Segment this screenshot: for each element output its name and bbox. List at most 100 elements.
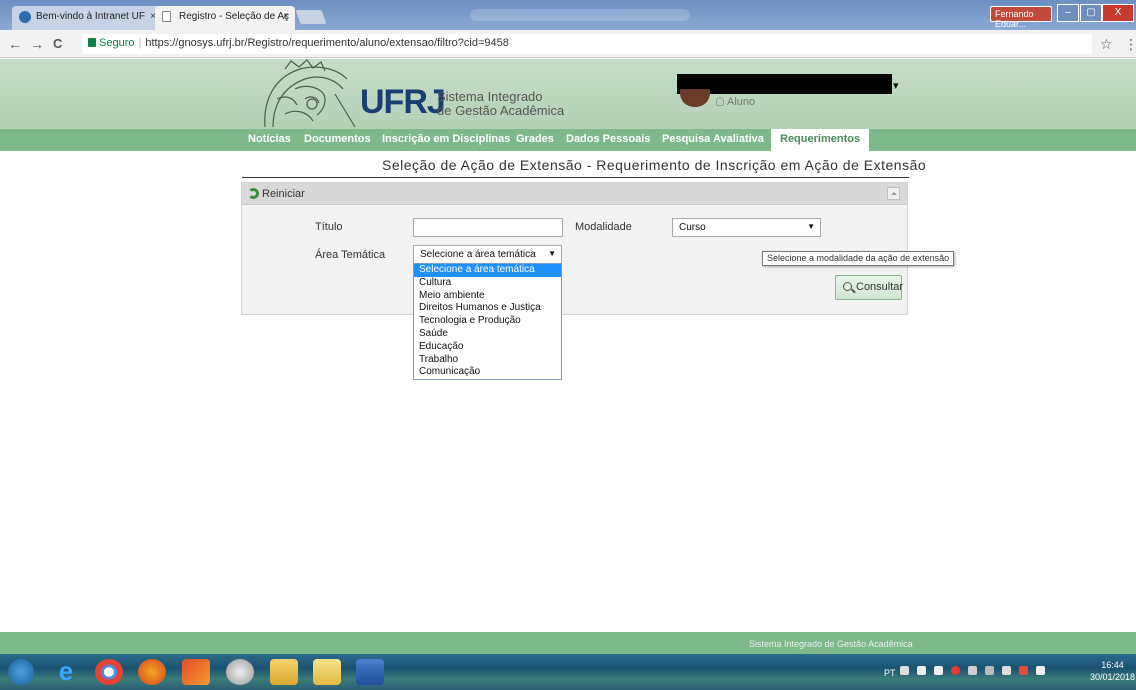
ufrj-brand[interactable]: UFRJ: [360, 83, 446, 122]
tray-icon[interactable]: [934, 666, 943, 675]
area-tematica-value: Selecione a área temática: [420, 249, 536, 260]
tab-intranet[interactable]: Bem-vindo à Intranet UF ×: [12, 6, 162, 30]
url-bar[interactable]: Seguro | https://gnosys.ufrj.br/Registro/r…: [82, 34, 1092, 54]
page-title: Seleção de Ação de Extensão - Requerimen…: [382, 157, 927, 173]
filter-panel: Reiniciar Título Modalidade Curso ▼ Área…: [241, 182, 908, 315]
intranet-favicon-icon: [19, 11, 31, 23]
dropdown-option[interactable]: Comunicação: [414, 366, 561, 379]
browser-user-badge[interactable]: Fernando Eduar...: [990, 6, 1052, 29]
profile-role-label: Aluno: [727, 96, 756, 108]
clock-time: 16:44: [1101, 660, 1124, 670]
tab-label: Registro - Seleção de Aç: [179, 11, 290, 22]
system-name: Sistema Integrado de Gestão Acadêmica: [437, 90, 564, 118]
firefox-icon[interactable]: [138, 659, 166, 685]
menu-item-requerimentos[interactable]: Requerimentos: [771, 129, 870, 151]
windows-taskbar: e PT 16:44 30/01/2018: [0, 654, 1136, 690]
minimize-button[interactable]: –: [1057, 4, 1079, 22]
address-toolbar: ← → C Seguro | https://gnosys.ufrj.br/Regi…: [0, 30, 1136, 58]
footer-text: Sistema Integrado de Gestão Acadêmica: [749, 639, 913, 649]
dropdown-option[interactable]: Direitos Humanos e Justiça: [414, 302, 561, 315]
ccleaner-icon[interactable]: [182, 659, 210, 685]
dropdown-option[interactable]: Selecione a área temática: [414, 264, 561, 277]
profile-menu-caret-icon[interactable]: ▾: [893, 79, 899, 92]
close-window-button[interactable]: X: [1102, 4, 1134, 22]
modalidade-select[interactable]: Curso ▼: [672, 218, 821, 237]
site-footer: Sistema Integrado de Gestão Acadêmica: [0, 632, 1136, 654]
modalidade-tooltip: Selecione a modalidade da ação de extens…: [762, 251, 955, 266]
menu-item-pesquisa[interactable]: Pesquisa Avaliativa: [662, 129, 764, 151]
profile-role: Aluno: [716, 96, 755, 108]
word-icon[interactable]: [356, 659, 384, 685]
tray-icon[interactable]: [1036, 666, 1045, 675]
clock-date: 30/01/2018: [1090, 672, 1136, 682]
consultar-button[interactable]: Consultar: [835, 275, 903, 300]
tray-icon[interactable]: [968, 666, 977, 675]
chevron-down-icon: ▼: [807, 222, 815, 231]
site-banner: UFRJ Sistema Integrado de Gestão Acadêmi…: [0, 59, 1136, 129]
url-separator: |: [138, 37, 142, 49]
reset-link[interactable]: Reiniciar: [262, 188, 305, 200]
dropdown-option[interactable]: Educação: [414, 341, 561, 354]
dropdown-option[interactable]: Tecnologia e Produção: [414, 315, 561, 328]
area-tematica-label: Área Temática: [315, 249, 386, 261]
titulo-label: Título: [315, 221, 343, 233]
system-tray: [900, 666, 1080, 678]
area-tematica-dropdown[interactable]: Selecione a área temática Cultura Meio a…: [413, 263, 562, 380]
new-tab-button[interactable]: [295, 10, 327, 24]
system-name-line1: Sistema Integrado: [437, 89, 543, 104]
speaker-icon[interactable]: [1002, 666, 1011, 675]
tray-icon[interactable]: [951, 666, 960, 675]
internet-explorer-icon[interactable]: e: [52, 658, 80, 685]
dropdown-option[interactable]: Cultura: [414, 277, 561, 290]
lock-icon: [88, 38, 96, 47]
tab-label: Bem-vindo à Intranet UF: [36, 11, 145, 22]
title-divider: [242, 177, 909, 178]
tray-icon[interactable]: [900, 666, 909, 675]
media-icon[interactable]: [226, 659, 254, 685]
language-indicator[interactable]: PT: [884, 668, 896, 678]
menu-item-noticias[interactable]: Notícias: [248, 129, 291, 151]
modalidade-value: Curso: [679, 222, 706, 233]
browser-menu-icon[interactable]: ⋮: [1124, 36, 1136, 53]
folder-icon[interactable]: [270, 659, 298, 685]
maximize-button[interactable]: ▢: [1080, 4, 1102, 22]
menu-item-grades[interactable]: Grades: [516, 129, 554, 151]
system-name-line2: de Gestão Acadêmica: [437, 103, 565, 118]
main-menu: Notícias Documentos Inscrição em Discipl…: [0, 129, 1136, 151]
menu-item-inscricao[interactable]: Inscrição em Disciplinas: [382, 129, 510, 151]
menu-item-documentos[interactable]: Documentos: [304, 129, 371, 151]
page-favicon-icon: [162, 11, 171, 22]
back-icon[interactable]: ←: [8, 36, 22, 52]
modalidade-label: Modalidade: [575, 221, 632, 233]
area-tematica-select[interactable]: Selecione a área temática ▼: [413, 245, 562, 264]
clock[interactable]: 16:44 30/01/2018: [1090, 659, 1135, 683]
dropdown-option[interactable]: Saúde: [414, 328, 561, 341]
browser-titlebar: Bem-vindo à Intranet UF × Registro - Sel…: [0, 0, 1136, 30]
bookmark-star-icon[interactable]: ☆: [1100, 36, 1113, 53]
tray-icon[interactable]: [1019, 666, 1028, 675]
tab-registro[interactable]: Registro - Seleção de Aç ×: [155, 6, 295, 30]
url-text: https://gnosys.ufrj.br/Registro/requerim…: [145, 37, 509, 49]
reload-icon[interactable]: C: [53, 36, 62, 51]
ufrj-crest-logo: [264, 59, 356, 128]
chrome-icon[interactable]: [95, 659, 123, 685]
search-icon: [843, 282, 852, 291]
refresh-icon[interactable]: [248, 188, 259, 199]
avatar[interactable]: [680, 89, 710, 107]
forward-icon[interactable]: →: [30, 36, 44, 52]
user-icon: [716, 97, 724, 106]
start-button-icon[interactable]: [8, 659, 34, 685]
security-label: Seguro: [99, 37, 135, 49]
chevron-down-icon: ▼: [548, 249, 556, 258]
tab-close-icon[interactable]: ×: [283, 11, 289, 22]
dropdown-option[interactable]: Meio ambiente: [414, 290, 561, 303]
window-title: [470, 9, 690, 21]
tray-icon[interactable]: [917, 666, 926, 675]
titulo-input[interactable]: [413, 218, 563, 237]
tray-icon[interactable]: [985, 666, 994, 675]
mail-icon[interactable]: [313, 659, 341, 685]
menu-item-dados-pessoais[interactable]: Dados Pessoais: [566, 129, 650, 151]
collapse-icon[interactable]: [887, 187, 900, 200]
dropdown-option[interactable]: Trabalho: [414, 354, 561, 367]
panel-header: Reiniciar: [242, 183, 907, 205]
